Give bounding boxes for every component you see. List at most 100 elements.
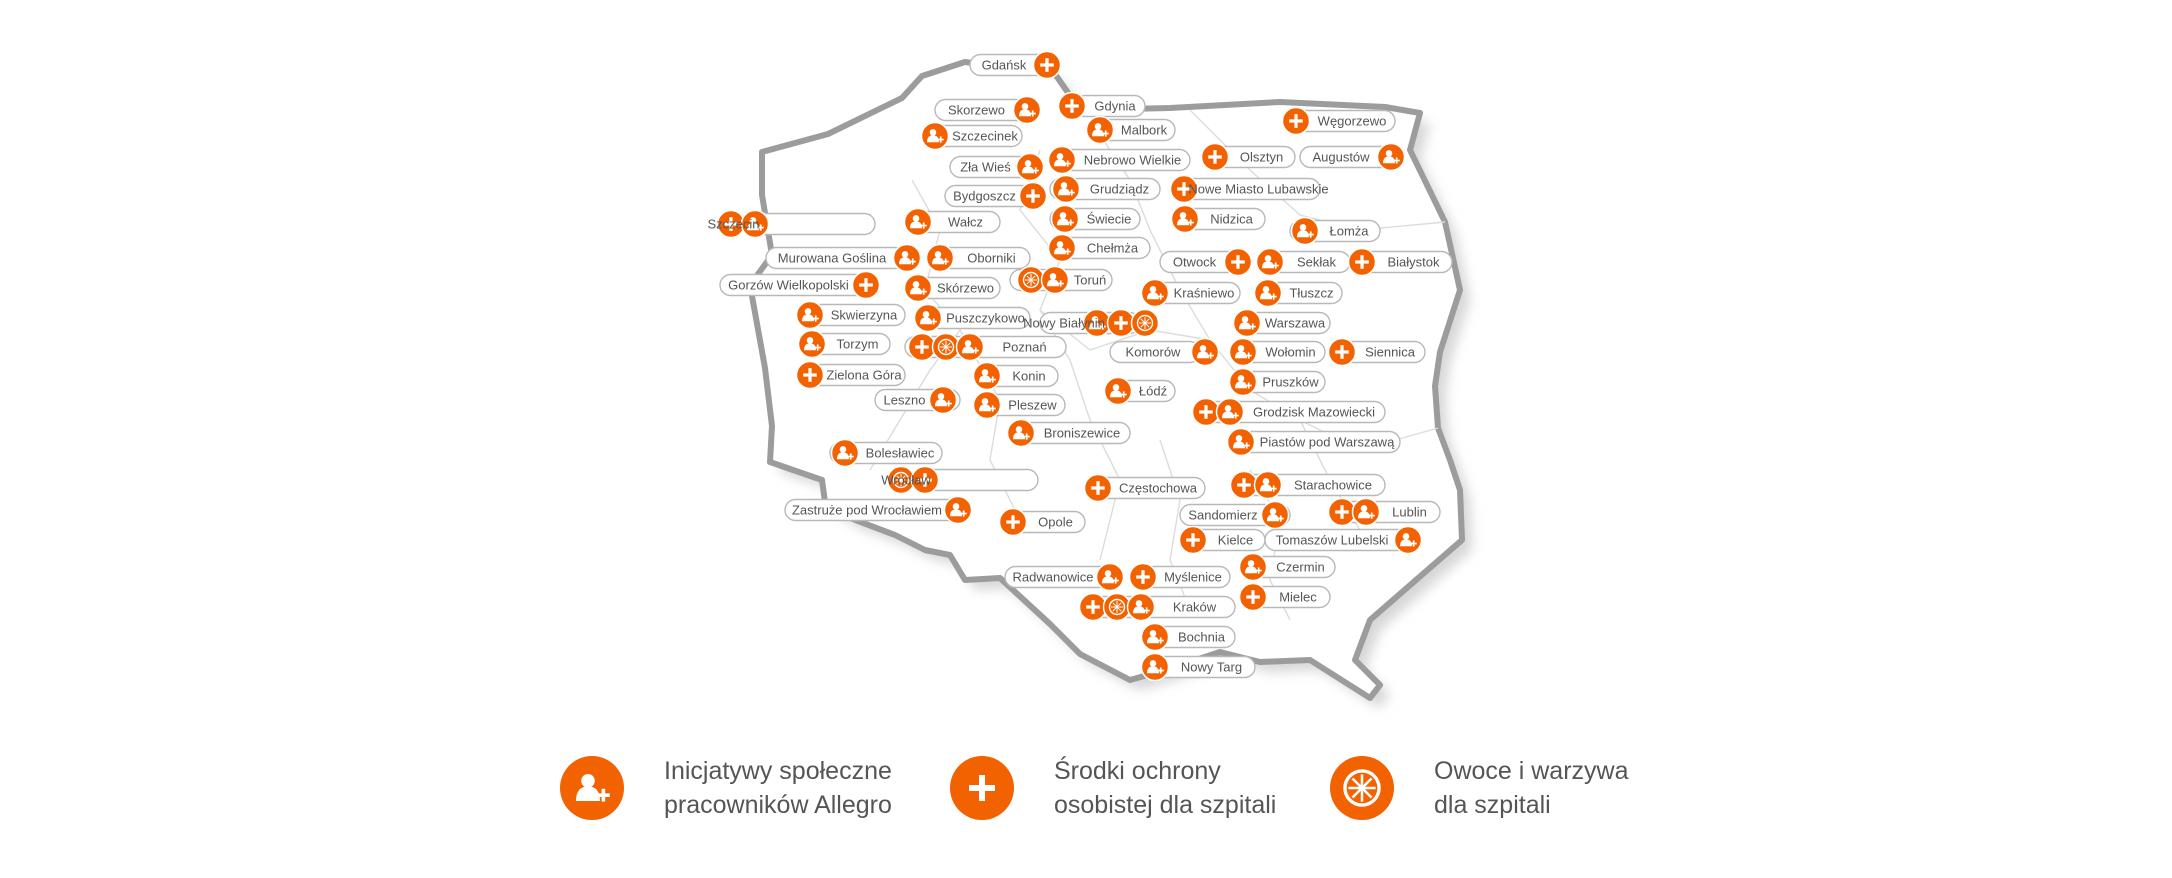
location-label: Częstochowa <box>1119 481 1198 496</box>
location-pin-lomza: Łomża <box>1289 216 1381 246</box>
location-label: Poznań <box>1002 340 1046 355</box>
location-label: Kraśniewo <box>1174 286 1235 301</box>
plus-icon <box>1200 142 1230 172</box>
location-pin-krasniewo: Kraśniewo <box>1140 278 1241 308</box>
fruit-slice-icon <box>1330 756 1394 820</box>
allegro-poland-map-infographic: Gdańsk Gdynia Skorzewo Malbork Węgorzewo Szcz… <box>0 0 2172 878</box>
person-plus-icon <box>1051 174 1081 204</box>
location-label: Myślenice <box>1164 570 1222 585</box>
person-plus-icon <box>1170 204 1200 234</box>
fruit-slice-icon <box>1016 265 1046 295</box>
location-pin-puszczykowo: Puszczykowo <box>913 303 1031 333</box>
location-label: Chełmża <box>1087 241 1139 256</box>
location-label: Czermin <box>1276 560 1324 575</box>
location-pin-gorzow-wielkopolski: Gorzów Wielkopolski <box>719 270 881 300</box>
person-plus-icon <box>925 243 955 273</box>
location-label: Tłuszcz <box>1289 286 1333 301</box>
location-pin-czestochowa: Częstochowa <box>1083 473 1206 503</box>
location-label: Węgorzewo <box>1318 114 1387 129</box>
location-pin-murowana-goslina: Murowana Goślina <box>765 243 922 273</box>
location-pin-mielec: Mielec <box>1238 582 1331 612</box>
location-pin-tluszcz: Tłuszcz <box>1253 278 1343 308</box>
person-plus-icon <box>913 303 943 333</box>
legend-item-employee-initiatives: Inicjatywy społeczne pracowników Allegro <box>560 748 892 828</box>
plus-icon <box>1032 50 1062 80</box>
location-label: Lublin <box>1392 505 1427 520</box>
location-label: Łomża <box>1329 224 1369 239</box>
location-label: Augustów <box>1312 150 1370 165</box>
location-pin-zastruze-pod-wroclawiem: Zastruże pod Wrocławiem <box>784 495 973 525</box>
location-label: Wałcz <box>948 215 983 230</box>
location-pin-torun: Toruń <box>1009 265 1113 295</box>
location-label: Warszawa <box>1265 316 1326 331</box>
location-pin-skorzewo: Skórzewo <box>903 273 1001 303</box>
location-label: Siennica <box>1365 345 1416 360</box>
location-pin-gdynia: Gdynia <box>1057 91 1146 121</box>
plus-icon <box>907 332 937 362</box>
person-plus-icon <box>1393 525 1423 555</box>
location-pin-wolomin: Wołomin <box>1228 337 1326 367</box>
location-label: Pleszew <box>1008 398 1057 413</box>
person-plus-icon <box>903 207 933 237</box>
person-plus-icon <box>1050 204 1080 234</box>
location-pin-szczecin: Szczecin <box>707 209 876 239</box>
location-label: Starachowice <box>1294 478 1372 493</box>
location-label: Radwanowice <box>1013 570 1094 585</box>
legend-label-protective-equipment: Środki ochrony osobistej dla szpitali <box>1054 757 1277 819</box>
plus-icon <box>1078 592 1108 622</box>
person-plus-icon <box>1015 152 1045 182</box>
person-plus-icon <box>1238 552 1268 582</box>
location-pin-grodzisk-mazowiecki: Grodzisk Mazowiecki <box>1191 397 1386 427</box>
location-label: Oborniki <box>967 251 1016 266</box>
location-pin-oborniki: Oborniki <box>925 243 1031 273</box>
location-label: Leszno <box>884 393 926 408</box>
person-plus-icon <box>943 495 973 525</box>
plus-icon <box>1018 181 1048 211</box>
plus-icon <box>1229 470 1259 500</box>
location-pin-bochnia: Bochnia <box>1140 622 1236 652</box>
location-pin-augustow: Augustów <box>1299 142 1406 172</box>
location-pin-komorow: Komorów <box>1109 337 1220 367</box>
location-pin-skorzewo: Skorzewo <box>934 95 1042 125</box>
fruit-slice-icon <box>931 332 961 362</box>
location-label: Murowana Goślina <box>778 251 887 266</box>
location-label: Malbork <box>1121 123 1168 138</box>
plus-icon <box>950 756 1014 820</box>
location-label: Białystok <box>1387 255 1440 270</box>
person-plus-icon <box>972 390 1002 420</box>
fruit-slice-icon <box>1130 308 1160 338</box>
location-pin-broniszewice: Broniszewice <box>1006 418 1131 448</box>
location-pin-otwock: Otwock <box>1159 247 1253 277</box>
location-label: Nidzica <box>1210 212 1253 227</box>
location-pin-torzym: Torzym <box>797 329 891 359</box>
location-pin-lodz: Łódź <box>1103 376 1176 406</box>
location-pin-nidzica: Nidzica <box>1170 204 1266 234</box>
location-label: Łódź <box>1139 384 1167 399</box>
person-plus-icon <box>1006 418 1036 448</box>
person-plus-icon <box>928 385 958 415</box>
person-plus-icon <box>1047 233 1077 263</box>
person-plus-icon <box>1140 622 1170 652</box>
location-pin-nowe-miasto-lubawskie: Nowe Miasto Lubawskie <box>1169 174 1329 204</box>
location-label: Świecie <box>1087 212 1132 227</box>
location-label: Nowy Targ <box>1181 660 1242 675</box>
location-label: Kielce <box>1218 533 1253 548</box>
location-pin-myslenice: Myślenice <box>1128 562 1231 592</box>
person-plus-icon <box>1253 470 1283 500</box>
location-pin-malbork: Malbork <box>1085 115 1176 145</box>
legend-label-employee-initiatives: Inicjatywy społeczne pracowników Allegro <box>664 757 892 819</box>
location-label: Wrocław <box>881 473 931 488</box>
poland-map: Gdańsk Gdynia Skorzewo Malbork Węgorzewo Szcz… <box>707 50 1472 708</box>
person-plus-icon <box>797 329 827 359</box>
location-pin-zla-wies: Zła Wieś <box>949 152 1045 182</box>
plus-icon <box>795 360 825 390</box>
legend-item-fruit-vegetables: Owoce i warzywa dla szpitali <box>1330 748 1629 828</box>
person-plus-icon <box>1190 337 1220 367</box>
person-plus-icon <box>1095 562 1125 592</box>
person-plus-icon <box>892 243 922 273</box>
location-pin-pruszkow: Pruszków <box>1228 367 1326 397</box>
plus-icon <box>1106 308 1136 338</box>
location-pin-seklak: Sekłak <box>1255 247 1351 277</box>
person-plus-icon <box>1140 278 1170 308</box>
location-pin-nebrowo-wielkie: Nebrowo Wielkie <box>1047 145 1191 175</box>
